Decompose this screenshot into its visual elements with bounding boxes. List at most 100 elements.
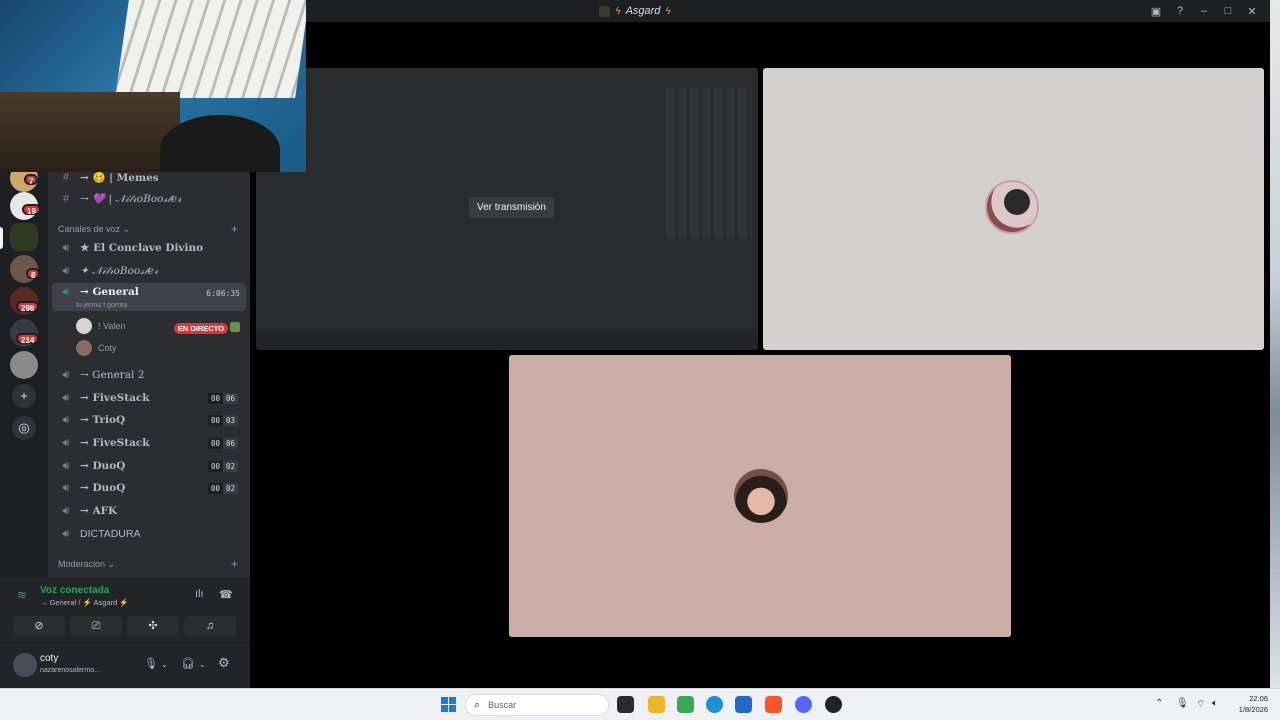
unread-badge: 8	[26, 268, 41, 280]
voice-location[interactable]: → General / ⚡ Asgard ⚡	[40, 598, 129, 607]
explore-icon[interactable]: ◎	[12, 416, 36, 440]
minimize-icon[interactable]: –	[1192, 5, 1216, 17]
add-channel-icon[interactable]: +	[231, 222, 238, 236]
server-icon-asgard[interactable]	[10, 223, 38, 251]
user-limit: 00 06	[207, 393, 238, 404]
noise-suppression-icon[interactable]: ılı	[195, 588, 204, 600]
user-limit: 00 02	[207, 483, 238, 494]
edge-icon[interactable]	[706, 696, 723, 713]
channel-status: tu jermu t gorrea	[76, 302, 128, 309]
search-input[interactable]: ⌕ Buscar	[465, 694, 609, 716]
speaker-icon: 🔊︎	[62, 286, 70, 298]
voice-channel[interactable]: 🔊︎ → General 2	[52, 364, 246, 386]
participant-tile[interactable]	[763, 68, 1264, 350]
microphone-icon[interactable]: 🎙︎	[144, 657, 158, 670]
voice-channel[interactable]: 🔊︎ ★ El Conclave Divino	[52, 237, 246, 259]
volume-icon[interactable]: 🔈︎	[1212, 698, 1218, 709]
avatar	[76, 318, 92, 334]
voice-channel[interactable]: 🔊︎ → TrioQ 00 03	[52, 409, 246, 431]
watch-stream-button[interactable]: Ver transmisión	[469, 197, 554, 218]
voice-status[interactable]: Voz conectada	[40, 585, 109, 596]
voice-channel-active[interactable]: 🔊︎ → General 6:06:35 tu jermu t gorrea	[52, 283, 246, 311]
voice-channel[interactable]: 🔊︎ ✦ 𝒩𝒾𝓉𝓇𝑜𝐵𝑜𝑜𝓈𝓉𝑒𝓇	[52, 260, 246, 282]
inbox-icon[interactable]: ▣	[1144, 5, 1168, 18]
voice-connection-panel: ≋ Voz conectada → General / ⚡ Asgard ⚡ ı…	[0, 578, 250, 642]
gear-icon[interactable]: ⚙	[218, 655, 230, 671]
window-title: ϟ Asgard ϟ	[599, 5, 671, 17]
unread-badge: 214	[16, 333, 40, 345]
channel-list: # → 🥴 | Memes # → 💜 | 𝒩𝒾𝓉𝓇𝑜𝐵𝑜𝑜𝓈𝓉𝑒𝓇 Canal…	[48, 172, 250, 578]
voice-channel[interactable]: 🔊︎ → FiveStack 00 06	[52, 432, 246, 454]
app-icon[interactable]	[825, 696, 842, 713]
category-moderation[interactable]: Moderacion ⌄	[58, 559, 115, 570]
store-icon[interactable]	[735, 696, 752, 713]
camera-off-button[interactable]: ⊘	[13, 616, 65, 636]
microphone-icon[interactable]: 🎙︎	[1176, 698, 1189, 709]
screen: ϟ Asgard ϟ ▣ ? – □ ✕ 7 19 8 298 214 + ◎ …	[0, 0, 1280, 720]
voice-channel[interactable]: 🔊︎ → DuoQ 00 02	[52, 455, 246, 477]
voice-channel[interactable]: 🔊︎ → DuoQ 00 02	[52, 477, 246, 499]
taskbar: ⌕ Buscar ⌃ 🎙︎ ⌔ 🔈︎ 22:06 1/8/2026	[0, 688, 1280, 720]
voice-channel[interactable]: 🔊︎ → AFK	[52, 500, 246, 522]
text-channel[interactable]: # → 🥴 | Memes	[52, 172, 246, 188]
hash-icon: #	[62, 172, 70, 183]
share-screen-button[interactable]: ⎚	[70, 616, 122, 636]
add-channel-icon[interactable]: +	[231, 557, 238, 571]
wifi-icon[interactable]: ⌔	[1196, 698, 1205, 711]
voice-channel[interactable]: 🔊︎ → FiveStack 00 06	[52, 387, 246, 409]
speaker-icon: 🔊︎	[62, 436, 70, 449]
maximize-icon[interactable]: □	[1216, 5, 1240, 17]
avatar	[76, 340, 92, 356]
activities-button[interactable]: ✣	[127, 616, 179, 636]
file-explorer-icon[interactable]	[648, 696, 665, 713]
chevron-up-icon[interactable]: ⌃	[1155, 698, 1163, 709]
lightning-icon: ϟ	[665, 5, 671, 17]
search-icon: ⌕	[474, 698, 481, 711]
participant-avatar	[985, 180, 1039, 234]
category-voice[interactable]: Canales de voz ⌄	[58, 224, 130, 235]
start-icon[interactable]	[441, 697, 456, 712]
soundboard-button[interactable]: ♫	[184, 616, 236, 636]
username[interactable]: coty	[40, 653, 58, 664]
add-server-icon[interactable]: +	[12, 384, 36, 408]
text-channel[interactable]: # → 💜 | 𝒩𝒾𝓉𝓇𝑜𝐵𝑜𝑜𝓈𝓉𝑒𝓇	[52, 188, 246, 210]
speaker-icon: 🔊︎	[62, 241, 70, 254]
close-icon[interactable]: ✕	[1240, 5, 1264, 18]
voice-member[interactable]: Coty	[76, 338, 117, 358]
clock[interactable]: 22:06 1/8/2026	[1239, 693, 1268, 715]
participant-avatar	[734, 469, 788, 523]
speaker-icon: 🔊︎	[62, 481, 70, 494]
webcam-overlay	[0, 0, 306, 172]
stream-tile[interactable]: Ver transmisión	[256, 68, 758, 350]
chevron-down-icon[interactable]: ⌄	[199, 660, 206, 669]
unread-badge: 7	[24, 174, 39, 186]
headphones-icon[interactable]: 🎧︎	[181, 657, 195, 670]
speaker-icon: 🔊︎	[62, 527, 70, 540]
desktop-edge	[1270, 0, 1280, 690]
avatar[interactable]	[13, 653, 37, 677]
guild-icon	[599, 5, 611, 17]
hash-icon: #	[62, 193, 70, 205]
discord-icon[interactable]	[795, 696, 812, 713]
app-icon[interactable]	[677, 696, 694, 713]
user-limit: 00 03	[207, 415, 238, 426]
server-icon[interactable]	[10, 351, 38, 379]
signal-icon: ≋	[17, 588, 28, 602]
user-limit: 00 06	[207, 438, 238, 449]
live-badge: EN DIRECTO	[173, 323, 228, 334]
call-duration: 6:06:35	[206, 289, 240, 298]
selected-indicator	[0, 227, 3, 249]
chevron-down-icon[interactable]: ⌄	[161, 660, 168, 669]
window-title-text: Asgard	[625, 5, 661, 17]
unread-badge: 298	[16, 301, 40, 313]
voice-member[interactable]: ! Valen	[76, 316, 125, 336]
disconnect-icon[interactable]: ☎	[219, 588, 233, 601]
help-icon[interactable]: ?	[1168, 5, 1192, 17]
task-view-icon[interactable]	[617, 696, 634, 713]
brave-icon[interactable]	[765, 696, 782, 713]
unread-badge: 19	[22, 204, 41, 216]
speaker-icon: 🔊︎	[62, 391, 70, 404]
participant-tile[interactable]	[509, 355, 1011, 637]
voice-channel[interactable]: 🔊︎ DICTADURA	[52, 523, 246, 545]
activity-icon	[230, 322, 240, 332]
